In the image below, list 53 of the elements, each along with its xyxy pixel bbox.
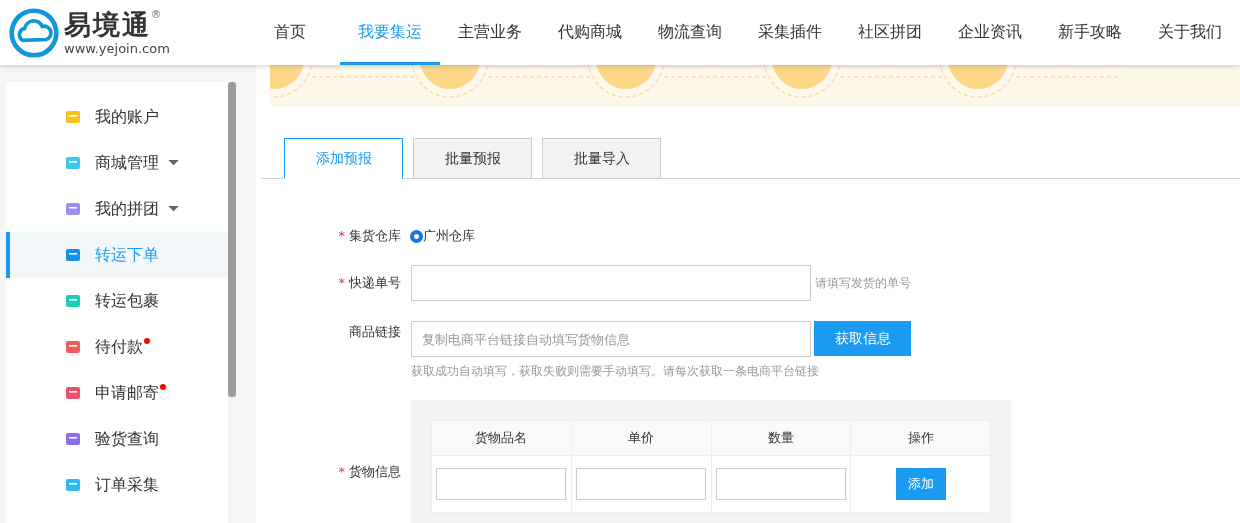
column-header: 单价 <box>571 420 711 456</box>
nav-link[interactable]: 企业资讯 <box>940 0 1040 65</box>
nav-link[interactable]: 首页 <box>240 0 340 65</box>
input-field[interactable]: 复制电商平台链接自动填写货物信息 <box>411 321 811 357</box>
sidebar-item[interactable]: 转运包裹 <box>6 278 228 324</box>
column-header: 操作 <box>850 420 991 456</box>
required-mark: * <box>338 275 345 290</box>
menu-icon <box>65 385 81 401</box>
cloud-logo-icon <box>8 6 60 59</box>
nav-link[interactable]: 主营业务 <box>440 0 540 65</box>
sidebar-item[interactable]: 商城管理 <box>6 140 228 186</box>
menu-icon <box>65 293 81 309</box>
input-field[interactable] <box>411 265 811 301</box>
field-label: 商品链接 <box>349 324 401 339</box>
sidebar-item[interactable]: 我的账户 <box>6 94 228 140</box>
logo-name: 易境通 <box>64 9 151 41</box>
tab[interactable]: 批量预报 <box>413 138 532 178</box>
field-hint: 请填写发货的单号 <box>815 274 911 292</box>
tab[interactable]: 批量导入 <box>542 138 661 178</box>
radio-label: 广州仓库 <box>423 227 475 245</box>
field-label: 货物信息 <box>349 463 401 479</box>
radio-button[interactable] <box>411 230 422 242</box>
menu-icon <box>65 431 81 447</box>
field-label: 快递单号 <box>349 275 401 290</box>
menu-icon <box>65 339 81 355</box>
nav-link[interactable]: 物流查询 <box>640 0 740 65</box>
nav-link[interactable]: 关于我们 <box>1140 0 1240 65</box>
sidebar-item[interactable]: 申请邮寄 <box>6 370 228 416</box>
scrollbar-thumb[interactable] <box>228 82 236 397</box>
menu-icon <box>65 247 81 263</box>
sidebar-item[interactable]: 待付款 <box>6 324 228 370</box>
menu-icon <box>65 477 81 493</box>
column-header: 货物品名 <box>431 420 572 456</box>
column-header: 数量 <box>711 420 851 456</box>
nav-link[interactable]: 社区拼团 <box>840 0 940 65</box>
sidebar-item[interactable]: 订单采集 <box>6 462 228 508</box>
help-text: 获取成功自动填写，获取失败则需要手动填写。请每次获取一条电商平台链接 <box>411 363 820 380</box>
menu-icon <box>65 155 81 171</box>
input-field[interactable] <box>715 468 846 500</box>
input-field[interactable] <box>576 468 707 500</box>
menu-icon <box>65 109 81 125</box>
required-mark: * <box>338 463 345 479</box>
field-label: 集货仓库 <box>349 228 401 243</box>
menu-icon <box>65 201 81 217</box>
required-mark: * <box>338 228 345 243</box>
sidebar-item[interactable]: 验货查询 <box>6 416 228 462</box>
nav-link[interactable]: 代购商城 <box>540 0 640 65</box>
nav-link[interactable]: 新手攻略 <box>1040 0 1140 65</box>
registered-mark: ® <box>151 9 161 20</box>
input-field[interactable] <box>436 468 567 500</box>
logo-url: www.yejoin.com <box>64 41 170 56</box>
nav-link[interactable]: 采集插件 <box>740 0 840 65</box>
sidebar-item[interactable]: 我的拼团 <box>6 186 228 232</box>
